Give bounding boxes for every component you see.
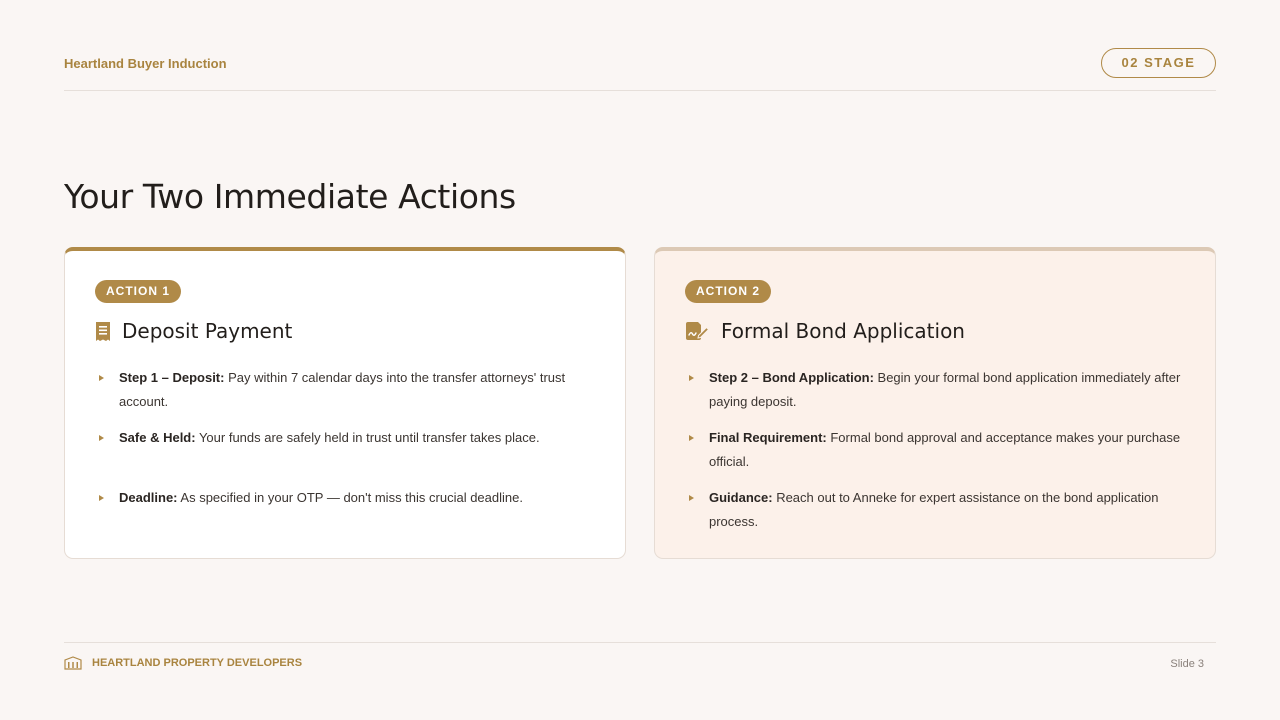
page-title: Your Two Immediate Actions [64,177,516,216]
signed-document-icon [685,321,709,341]
stage-badge: 02 STAGE [1101,48,1216,78]
list-item: Final Requirement: Formal bond approval … [685,426,1185,474]
list-item: Guidance: Reach out to Anneke for expert… [685,486,1185,534]
card-title: Deposit Payment [122,319,293,343]
receipt-icon [95,321,111,341]
card-header: Formal Bond Application [685,319,965,343]
list-item: Deadline: As specified in your OTP — don… [95,486,595,510]
card-header: Deposit Payment [95,319,292,343]
bullet-text: Your funds are safely held in trust unti… [195,430,540,445]
list-item: Step 2 – Bond Application: Begin your fo… [685,366,1185,414]
card-title: Formal Bond Application [721,319,965,343]
list-item: Safe & Held: Your funds are safely held … [95,426,595,450]
bullet-lead: Step 1 – Deposit: [119,370,225,385]
bullet-list: Step 1 – Deposit: Pay within 7 calendar … [95,366,595,510]
footer-brand: HEARTLAND PROPERTY DEVELOPERS [64,656,302,670]
building-icon [64,656,82,670]
company-name: HEARTLAND PROPERTY DEVELOPERS [92,657,303,669]
bullet-lead: Deadline: [119,490,178,505]
list-item: Step 1 – Deposit: Pay within 7 calendar … [95,366,595,414]
bullet-text: Reach out to Anneke for expert assistanc… [709,490,1159,529]
action-badge: ACTION 1 [95,280,182,303]
slide-footer: HEARTLAND PROPERTY DEVELOPERS Slide 3 [64,642,1216,686]
bullet-lead: Guidance: [709,490,773,505]
bullet-lead: Final Requirement: [709,430,827,445]
bullet-list: Step 2 – Bond Application: Begin your fo… [685,366,1185,534]
slide-number: Slide 3 [1170,658,1204,670]
slide-header: Heartland Buyer Induction 02 STAGE [64,47,1216,91]
action-card-deposit: ACTION 1 Deposit Payment Step 1 – Deposi… [64,247,626,559]
bullet-text: As specified in your OTP — don't miss th… [177,490,523,505]
bullet-lead: Safe & Held: [119,430,196,445]
action-badge: ACTION 2 [685,280,772,303]
bullet-lead: Step 2 – Bond Application: [709,370,874,385]
presentation-brand: Heartland Buyer Induction [64,56,227,71]
action-card-bond: ACTION 2 Formal Bond Application Step 2 … [654,247,1216,559]
